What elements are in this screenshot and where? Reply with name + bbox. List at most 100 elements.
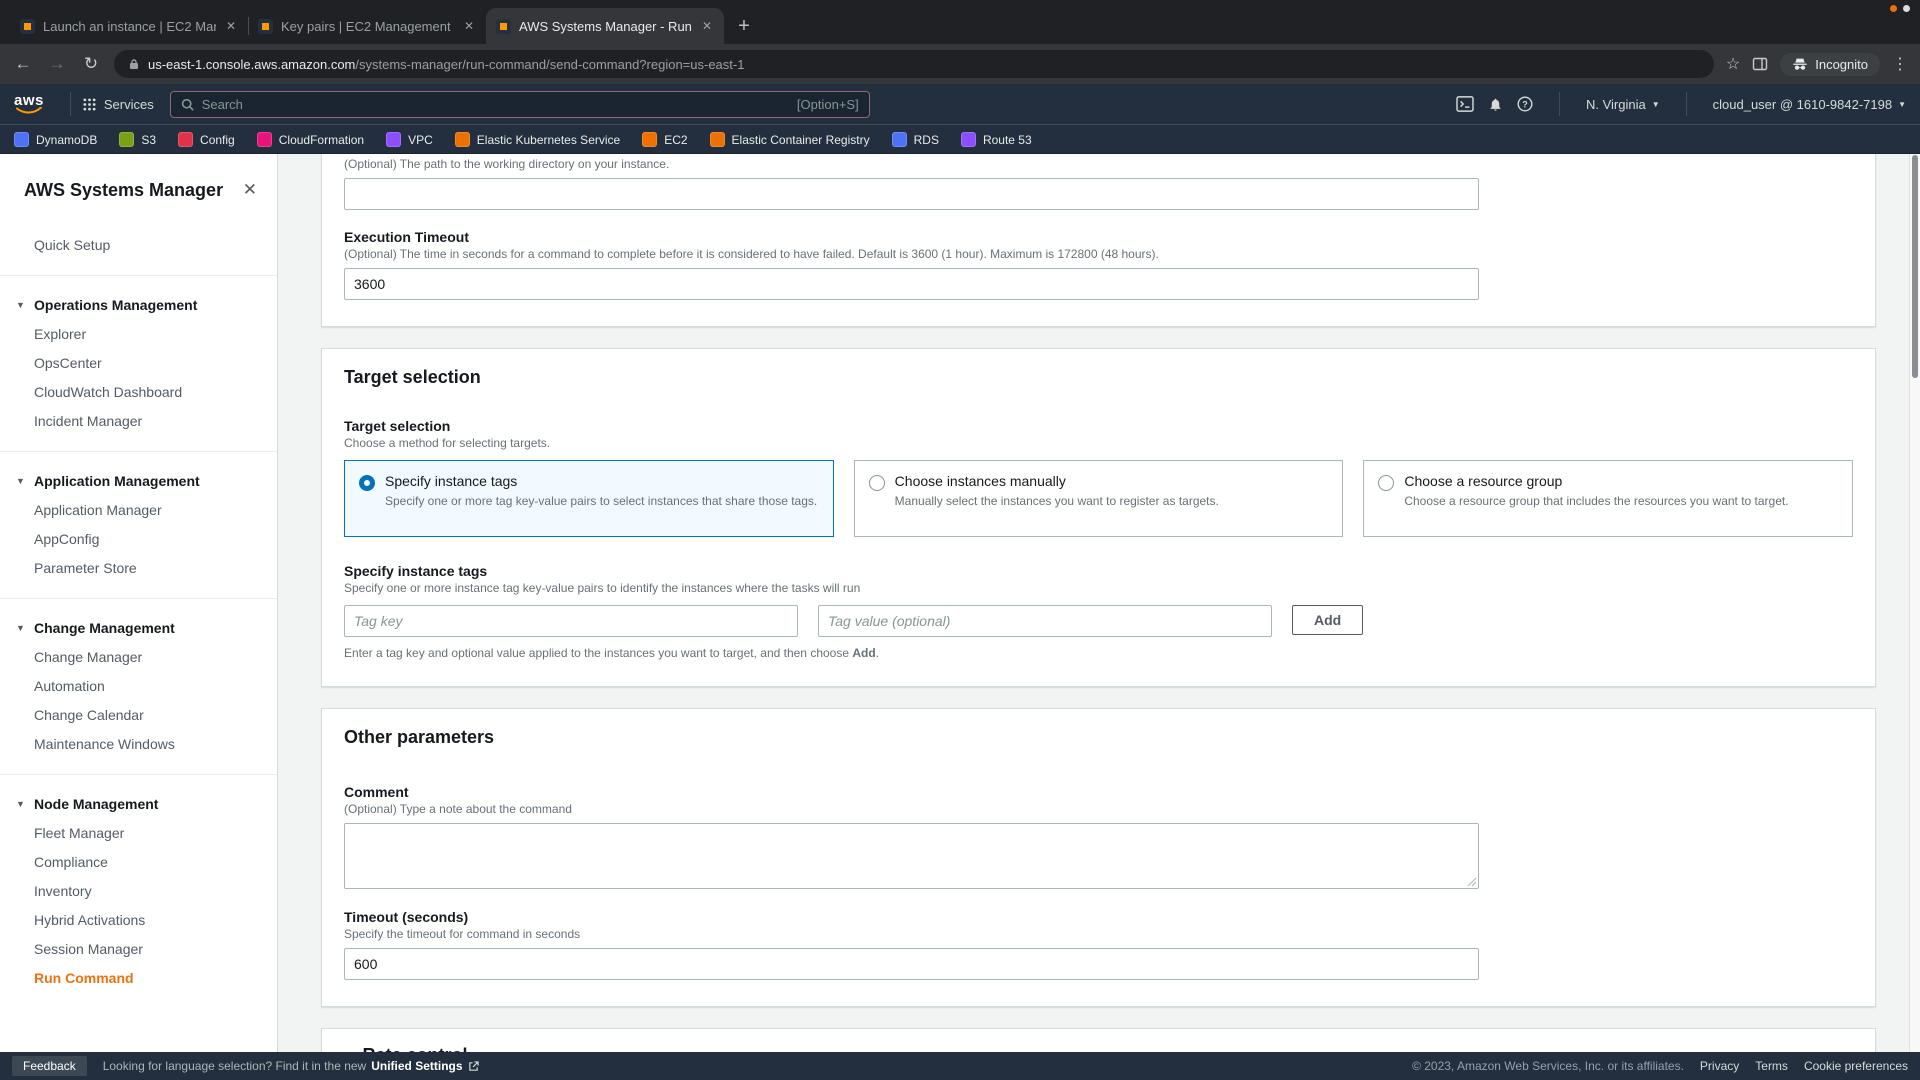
reload-button[interactable]: ↻ bbox=[80, 54, 102, 74]
timeout-seconds-label: Timeout (seconds) bbox=[344, 909, 1853, 925]
aws-logo[interactable]: aws bbox=[14, 94, 44, 114]
rate-control-card[interactable]: ▶ Rate control bbox=[321, 1028, 1876, 1052]
services-menu-button[interactable]: Services bbox=[83, 97, 154, 112]
comment-hint: (Optional) Type a note about the command bbox=[344, 802, 1853, 816]
divider bbox=[0, 451, 277, 452]
sidebar-item-cloudwatch-dashboard[interactable]: CloudWatch Dashboard bbox=[0, 378, 277, 407]
sidebar-item-opscenter[interactable]: OpsCenter bbox=[0, 349, 277, 378]
sidebar-item-incident-manager[interactable]: Incident Manager bbox=[0, 407, 277, 436]
sidebar-section-change-management[interactable]: ▼Change Management bbox=[0, 614, 277, 643]
search-shortcut: [Option+S] bbox=[797, 97, 859, 112]
sidebar-item-run-command[interactable]: Run Command bbox=[0, 964, 277, 993]
console-search-input[interactable]: Search [Option+S] bbox=[170, 91, 870, 118]
tab-title: Key pairs | EC2 Management C bbox=[281, 19, 454, 34]
region-selector[interactable]: N. Virginia▼ bbox=[1586, 97, 1660, 112]
notifications-button[interactable] bbox=[1488, 97, 1503, 112]
route53-icon bbox=[961, 132, 976, 147]
side-panel-icon[interactable] bbox=[1752, 56, 1768, 72]
tab-launch-instance[interactable]: Launch an instance | EC2 Man ✕ bbox=[10, 8, 248, 44]
sidebar-item-parameter-store[interactable]: Parameter Store bbox=[0, 554, 277, 583]
tag-key-input[interactable] bbox=[344, 605, 798, 637]
ssm-sidebar: AWS Systems Manager ✕ Quick Setup ▼Opera… bbox=[0, 154, 278, 1052]
chevron-down-icon: ▼ bbox=[16, 799, 25, 809]
sidebar-item-maintenance-windows[interactable]: Maintenance Windows bbox=[0, 730, 277, 759]
chevron-right-icon[interactable]: ▶ bbox=[344, 1049, 352, 1052]
favorite-config[interactable]: Config bbox=[178, 132, 235, 147]
external-link-icon bbox=[468, 1061, 479, 1072]
add-tag-button[interactable]: Add bbox=[1292, 605, 1363, 635]
divider bbox=[0, 774, 277, 775]
help-button[interactable]: ? bbox=[1517, 96, 1533, 112]
account-menu[interactable]: cloud_user @ 1610-9842-7198▼ bbox=[1713, 97, 1906, 112]
main-content: (Optional) The path to the working direc… bbox=[278, 154, 1920, 1052]
url-bar[interactable]: us-east-1.console.aws.amazon.com/systems… bbox=[114, 50, 1714, 78]
sidebar-item-hybrid-activations[interactable]: Hybrid Activations bbox=[0, 906, 277, 935]
tab-close-icon[interactable]: ✕ bbox=[462, 19, 476, 33]
favorite-eks[interactable]: Elastic Kubernetes Service bbox=[455, 132, 620, 147]
feedback-button[interactable]: Feedback bbox=[12, 1056, 87, 1076]
new-tab-button[interactable]: + bbox=[730, 12, 758, 40]
sidebar-section-application-management[interactable]: ▼Application Management bbox=[0, 467, 277, 496]
target-option-specify-instance-tags[interactable]: Specify instance tags Specify one or mor… bbox=[344, 460, 834, 537]
chevron-down-icon: ▼ bbox=[1898, 100, 1906, 109]
target-option-choose-resource-group[interactable]: Choose a resource group Choose a resourc… bbox=[1363, 460, 1853, 537]
target-selection-heading: Target selection bbox=[344, 367, 1853, 388]
favorite-rds[interactable]: RDS bbox=[892, 132, 939, 147]
sidebar-item-session-manager[interactable]: Session Manager bbox=[0, 935, 277, 964]
option-title: Specify instance tags bbox=[385, 473, 817, 489]
dynamodb-icon bbox=[14, 132, 29, 147]
svg-text:?: ? bbox=[1522, 99, 1528, 109]
sidebar-item-change-calendar[interactable]: Change Calendar bbox=[0, 701, 277, 730]
favorite-cloudformation[interactable]: CloudFormation bbox=[257, 132, 364, 147]
sidebar-item-inventory[interactable]: Inventory bbox=[0, 877, 277, 906]
tag-value-input[interactable] bbox=[818, 605, 1272, 637]
tab-close-icon[interactable]: ✕ bbox=[700, 19, 714, 33]
radio-unselected-icon[interactable] bbox=[869, 475, 885, 491]
browser-menu-icon[interactable]: ⋮ bbox=[1892, 54, 1908, 74]
resize-grip-icon[interactable] bbox=[1467, 877, 1477, 887]
back-button[interactable]: ← bbox=[12, 54, 34, 74]
timeout-seconds-input[interactable] bbox=[344, 948, 1479, 980]
sidebar-section-operations-management[interactable]: ▼Operations Management bbox=[0, 291, 277, 320]
sidebar-item-automation[interactable]: Automation bbox=[0, 672, 277, 701]
timeout-seconds-hint: Specify the timeout for command in secon… bbox=[344, 927, 1853, 941]
forward-button[interactable]: → bbox=[46, 54, 68, 74]
execution-timeout-input[interactable] bbox=[344, 268, 1479, 300]
tab-close-icon[interactable]: ✕ bbox=[224, 19, 238, 33]
favorite-route53[interactable]: Route 53 bbox=[961, 132, 1032, 147]
sidebar-item-quick-setup[interactable]: Quick Setup bbox=[0, 231, 277, 260]
sidebar-item-appconfig[interactable]: AppConfig bbox=[0, 525, 277, 554]
favorite-ec2[interactable]: EC2 bbox=[642, 132, 687, 147]
favorite-vpc[interactable]: VPC bbox=[386, 132, 433, 147]
page-scrollbar[interactable] bbox=[1909, 154, 1920, 1052]
sidebar-item-compliance[interactable]: Compliance bbox=[0, 848, 277, 877]
favorite-ecr[interactable]: Elastic Container Registry bbox=[710, 132, 870, 147]
scrollbar-thumb[interactable] bbox=[1912, 155, 1918, 378]
tab-systems-manager[interactable]: AWS Systems Manager - Run C ✕ bbox=[486, 8, 724, 44]
target-option-choose-instances-manually[interactable]: Choose instances manually Manually selec… bbox=[854, 460, 1344, 537]
tab-key-pairs[interactable]: Key pairs | EC2 Management C ✕ bbox=[248, 8, 486, 44]
window-dot-icon bbox=[1903, 5, 1910, 12]
bookmark-star-icon[interactable]: ☆ bbox=[1726, 54, 1740, 74]
screen: Launch an instance | EC2 Man ✕ Key pairs… bbox=[0, 0, 1920, 1080]
comment-textarea[interactable] bbox=[344, 823, 1479, 889]
command-parameters-card: (Optional) The path to the working direc… bbox=[321, 154, 1876, 327]
browser-tab-strip: Launch an instance | EC2 Man ✕ Key pairs… bbox=[0, 0, 1920, 44]
sidebar-item-application-manager[interactable]: Application Manager bbox=[0, 496, 277, 525]
close-icon[interactable]: ✕ bbox=[243, 180, 257, 200]
cookie-preferences-link[interactable]: Cookie preferences bbox=[1804, 1059, 1908, 1073]
terms-link[interactable]: Terms bbox=[1755, 1059, 1788, 1073]
radio-selected-icon[interactable] bbox=[359, 475, 375, 491]
favorite-dynamodb[interactable]: DynamoDB bbox=[14, 132, 97, 147]
sidebar-item-explorer[interactable]: Explorer bbox=[0, 320, 277, 349]
radio-unselected-icon[interactable] bbox=[1378, 475, 1394, 491]
cloudshell-button[interactable] bbox=[1456, 96, 1474, 112]
sidebar-item-fleet-manager[interactable]: Fleet Manager bbox=[0, 819, 277, 848]
sidebar-section-node-management[interactable]: ▼Node Management bbox=[0, 790, 277, 819]
privacy-link[interactable]: Privacy bbox=[1700, 1059, 1739, 1073]
divider bbox=[0, 275, 277, 276]
favorite-s3[interactable]: S3 bbox=[119, 132, 156, 147]
sidebar-item-change-manager[interactable]: Change Manager bbox=[0, 643, 277, 672]
unified-settings-link[interactable]: Unified Settings bbox=[371, 1059, 462, 1073]
working-directory-input[interactable] bbox=[344, 178, 1479, 210]
